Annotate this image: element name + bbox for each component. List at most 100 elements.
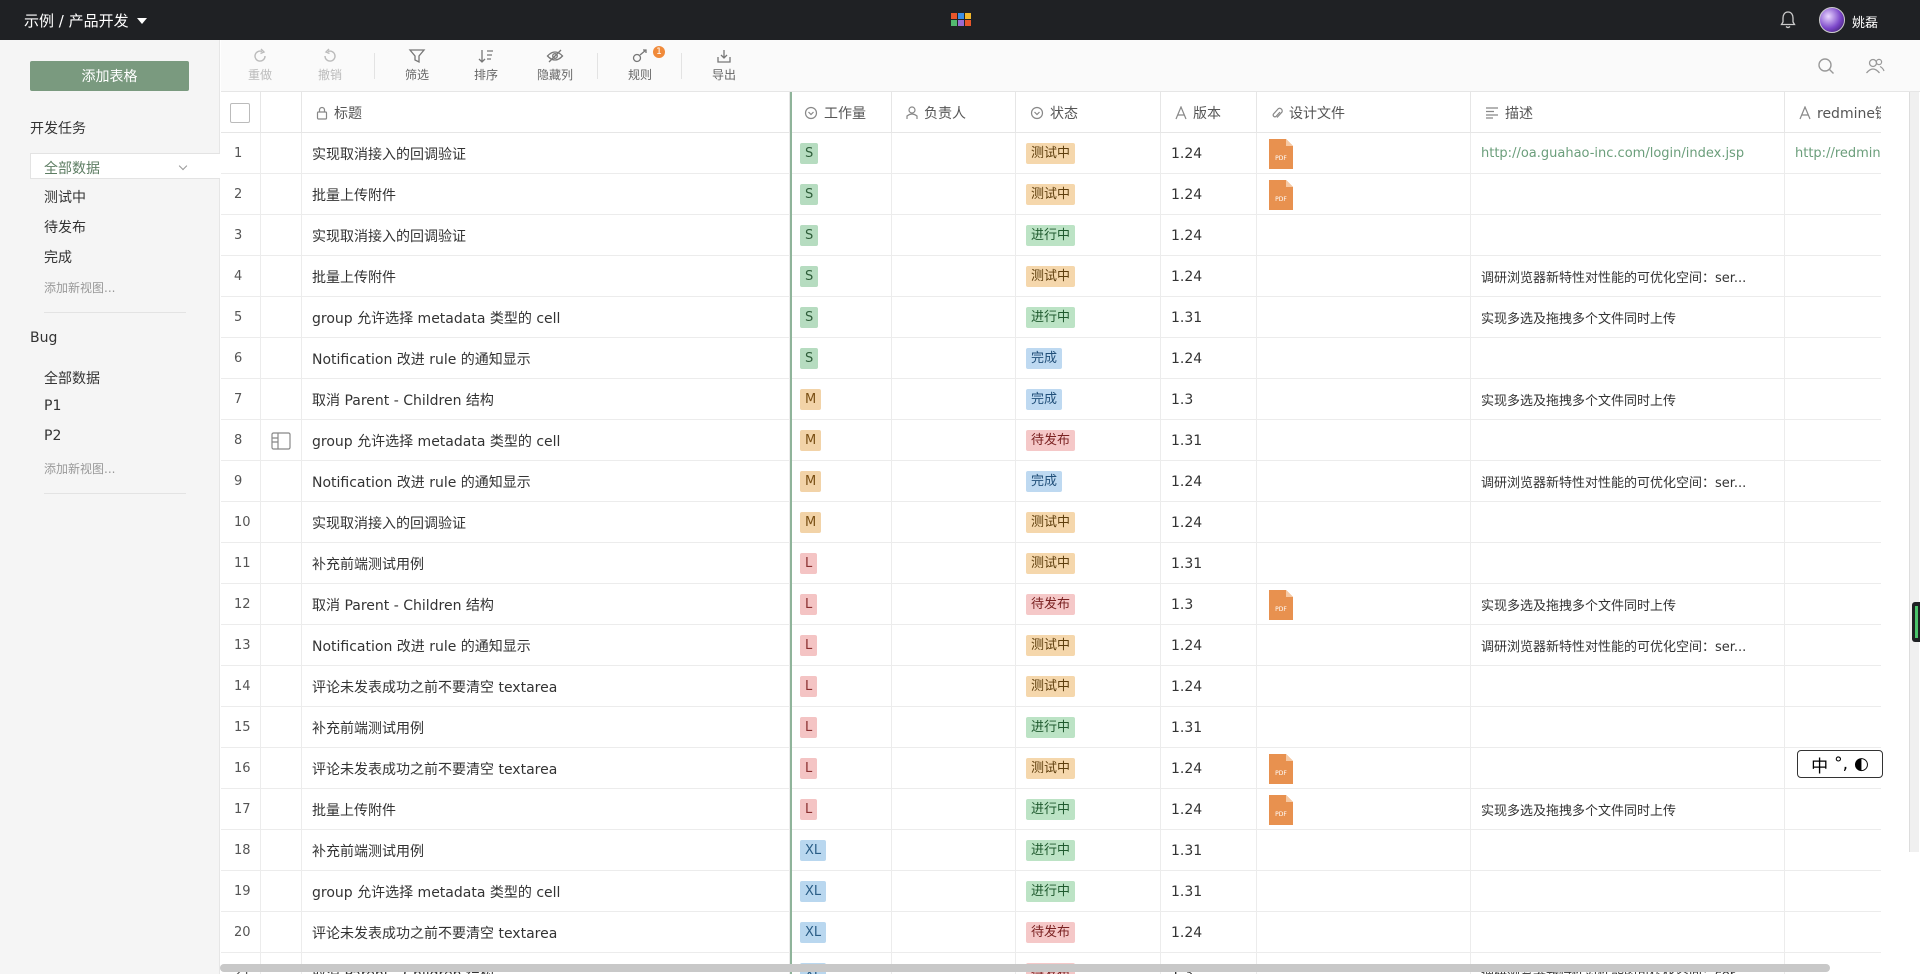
expand-cell[interactable] bbox=[261, 461, 302, 502]
pdf-file-icon[interactable]: PDF bbox=[1267, 179, 1295, 211]
horizontal-scrollbar[interactable] bbox=[220, 964, 1830, 972]
title-cell[interactable]: group 允许选择 metadata 类型的 cell bbox=[302, 297, 790, 338]
members-icon[interactable] bbox=[1865, 57, 1885, 75]
expand-cell[interactable] bbox=[261, 379, 302, 420]
title-cell[interactable]: 补充前端测试用例 bbox=[302, 707, 790, 748]
design-file-cell[interactable] bbox=[1257, 543, 1471, 584]
title-cell[interactable]: Notification 改进 rule 的通知显示 bbox=[302, 461, 790, 502]
version-cell[interactable]: 1.24 bbox=[1161, 174, 1257, 215]
redo-button[interactable]: 重做 bbox=[248, 48, 272, 83]
expand-cell[interactable] bbox=[261, 748, 302, 789]
assignee-cell[interactable] bbox=[892, 502, 1016, 543]
table-row[interactable]: 1 实现取消接入的回调验证 S 测试中 1.24 PDF http://oa.guahao-… bbox=[221, 133, 1881, 174]
assignee-cell[interactable] bbox=[892, 543, 1016, 584]
assignee-cell[interactable] bbox=[892, 338, 1016, 379]
ime-mode[interactable]: 中 bbox=[1811, 752, 1828, 777]
table-row[interactable]: 8 group 允许选择 metadata 类型的 cell M 待发布 1.31 bbox=[221, 420, 1881, 461]
status-cell[interactable]: 测试中 bbox=[1016, 133, 1161, 174]
design-file-cell[interactable]: PDF bbox=[1257, 789, 1471, 830]
description-cell[interactable] bbox=[1471, 830, 1785, 871]
table-row[interactable]: 17 批量上传附件 L 进行中 1.24 PDF 实现多选及拖拽多个文件同时上传 bbox=[221, 789, 1881, 830]
status-cell[interactable]: 测试中 bbox=[1016, 256, 1161, 297]
description-cell[interactable] bbox=[1471, 215, 1785, 256]
sidebar-group-bug[interactable]: Bug bbox=[30, 330, 57, 346]
title-cell[interactable]: 实现取消接入的回调验证 bbox=[302, 502, 790, 543]
table-row[interactable]: 5 group 允许选择 metadata 类型的 cell S 进行中 1.31 实现多… bbox=[221, 297, 1881, 338]
select-all-checkbox[interactable] bbox=[230, 102, 250, 123]
expand-cell[interactable] bbox=[261, 666, 302, 707]
status-cell[interactable]: 测试中 bbox=[1016, 174, 1161, 215]
chevron-down-icon[interactable] bbox=[178, 161, 188, 171]
status-cell[interactable]: 测试中 bbox=[1016, 666, 1161, 707]
sidebar-view-label[interactable]: 全部数据 bbox=[44, 161, 100, 177]
table-row[interactable]: 2 批量上传附件 S 测试中 1.24 PDF bbox=[221, 174, 1881, 215]
table-row[interactable]: 6 Notification 改进 rule 的通知显示 S 完成 1.24 bbox=[221, 338, 1881, 379]
title-cell[interactable]: 批量上传附件 bbox=[302, 789, 790, 830]
status-cell[interactable]: 进行中 bbox=[1016, 789, 1161, 830]
assignee-cell[interactable] bbox=[892, 379, 1016, 420]
search-icon[interactable] bbox=[1817, 57, 1835, 75]
design-file-cell[interactable] bbox=[1257, 666, 1471, 707]
expand-cell[interactable] bbox=[261, 215, 302, 256]
description-link[interactable]: http://oa.guahao-inc.com/login/index.jsp bbox=[1481, 146, 1744, 161]
version-cell[interactable]: 1.24 bbox=[1161, 748, 1257, 789]
table-row[interactable]: 18 补充前端测试用例 XL 进行中 1.31 bbox=[221, 830, 1881, 871]
description-cell[interactable]: 实现多选及拖拽多个文件同时上传 bbox=[1471, 379, 1785, 420]
workload-cell[interactable]: XL bbox=[790, 912, 892, 953]
title-cell[interactable]: 评论未发表成功之前不要清空 textarea bbox=[302, 666, 790, 707]
design-file-cell[interactable] bbox=[1257, 338, 1471, 379]
sidebar-view-pending-release[interactable]: 待发布 bbox=[44, 217, 86, 237]
status-cell[interactable]: 完成 bbox=[1016, 461, 1161, 502]
ime-indicator[interactable]: 中 °, ◐ bbox=[1797, 750, 1883, 778]
app-logo-icon[interactable] bbox=[951, 13, 971, 26]
redmine-cell[interactable] bbox=[1785, 666, 1881, 707]
workload-cell[interactable]: S bbox=[790, 174, 892, 215]
expand-cell[interactable] bbox=[261, 133, 302, 174]
description-cell[interactable]: 调研浏览器新特性对性能的可优化空间：ser... bbox=[1471, 461, 1785, 502]
description-cell[interactable] bbox=[1471, 420, 1785, 461]
design-file-cell[interactable] bbox=[1257, 707, 1471, 748]
caret-down-icon[interactable] bbox=[136, 17, 147, 24]
version-cell[interactable]: 1.24 bbox=[1161, 215, 1257, 256]
workspace-switcher[interactable]: 示例 / 产品开发 bbox=[24, 10, 147, 31]
redmine-cell[interactable] bbox=[1785, 543, 1881, 584]
assignee-cell[interactable] bbox=[892, 133, 1016, 174]
version-cell[interactable]: 1.3 bbox=[1161, 584, 1257, 625]
sidebar-view-all-data[interactable]: 全部数据 bbox=[30, 153, 220, 179]
pdf-file-icon[interactable]: PDF bbox=[1267, 589, 1295, 621]
expand-cell[interactable] bbox=[261, 830, 302, 871]
column-header-workload[interactable]: 工作量 bbox=[790, 92, 892, 133]
redmine-cell[interactable] bbox=[1785, 297, 1881, 338]
title-cell[interactable]: 取消 Parent - Children 结构 bbox=[302, 379, 790, 420]
sidebar-view-bug-all[interactable]: 全部数据 bbox=[44, 368, 100, 388]
version-cell[interactable]: 1.24 bbox=[1161, 133, 1257, 174]
expand-cell[interactable] bbox=[261, 256, 302, 297]
design-file-cell[interactable] bbox=[1257, 461, 1471, 502]
version-cell[interactable]: 1.31 bbox=[1161, 707, 1257, 748]
design-file-cell[interactable] bbox=[1257, 215, 1471, 256]
description-cell[interactable] bbox=[1471, 543, 1785, 584]
design-file-cell[interactable] bbox=[1257, 502, 1471, 543]
design-file-cell[interactable]: PDF bbox=[1257, 133, 1471, 174]
status-cell[interactable]: 进行中 bbox=[1016, 215, 1161, 256]
design-file-cell[interactable]: PDF bbox=[1257, 174, 1471, 215]
design-file-cell[interactable] bbox=[1257, 871, 1471, 912]
column-header-design-files[interactable]: 设计文件 bbox=[1257, 92, 1471, 133]
redmine-cell[interactable] bbox=[1785, 830, 1881, 871]
rules-button[interactable]: 1 规则 bbox=[628, 46, 665, 83]
status-cell[interactable]: 测试中 bbox=[1016, 625, 1161, 666]
design-file-cell[interactable] bbox=[1257, 256, 1471, 297]
design-file-cell[interactable] bbox=[1257, 379, 1471, 420]
workload-cell[interactable]: M bbox=[790, 461, 892, 502]
status-cell[interactable]: 测试中 bbox=[1016, 748, 1161, 789]
status-cell[interactable]: 待发布 bbox=[1016, 912, 1161, 953]
version-cell[interactable]: 1.24 bbox=[1161, 666, 1257, 707]
version-cell[interactable]: 1.24 bbox=[1161, 912, 1257, 953]
version-cell[interactable]: 1.31 bbox=[1161, 297, 1257, 338]
expand-cell[interactable] bbox=[261, 174, 302, 215]
workload-cell[interactable]: XL bbox=[790, 871, 892, 912]
title-cell[interactable]: 取消 Parent - Children 结构 bbox=[302, 584, 790, 625]
title-cell[interactable]: 批量上传附件 bbox=[302, 174, 790, 215]
table-row[interactable]: 4 批量上传附件 S 测试中 1.24 调研浏览器新特性对性能的可优化空间：ser... bbox=[221, 256, 1881, 297]
status-cell[interactable]: 待发布 bbox=[1016, 584, 1161, 625]
